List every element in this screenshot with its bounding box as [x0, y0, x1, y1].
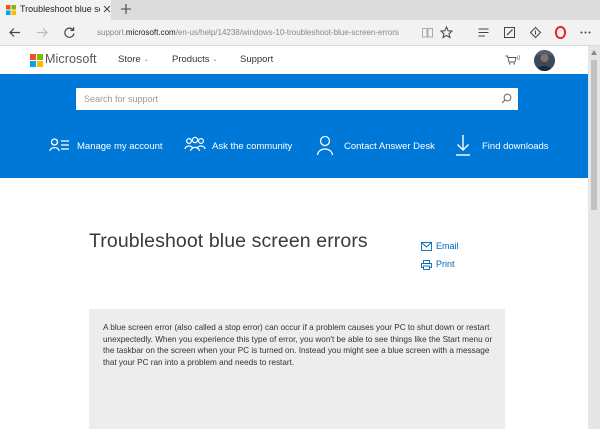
- microsoft-wordmark[interactable]: Microsoft: [45, 52, 97, 66]
- url-prefix: support.: [97, 28, 126, 37]
- address-bar[interactable]: support.microsoft.com/en-us/help/14238/w…: [97, 28, 417, 37]
- close-tab-icon[interactable]: [103, 5, 111, 13]
- quick-link-ask-community[interactable]: Ask the community: [184, 134, 294, 158]
- opera-extension-icon[interactable]: [554, 26, 567, 39]
- avatar-image: [534, 50, 555, 71]
- article-summary-box: A blue screen error (also called a stop …: [89, 309, 505, 429]
- back-arrow-icon[interactable]: [8, 26, 21, 39]
- chevron-down-icon: ⌄: [212, 57, 218, 63]
- web-note-icon[interactable]: [503, 26, 516, 39]
- person-icon: [316, 135, 334, 156]
- scrollbar-thumb[interactable]: [591, 60, 597, 210]
- share-icon[interactable]: [529, 26, 542, 39]
- print-icon: [421, 260, 432, 270]
- forward-arrow-icon[interactable]: [36, 26, 49, 39]
- site-header: Microsoft Store ⌄ Products ⌄ Support 0: [0, 46, 588, 74]
- new-tab-icon[interactable]: [119, 2, 133, 16]
- page-scrollbar[interactable]: [588, 46, 600, 429]
- favorite-star-icon[interactable]: [440, 26, 453, 39]
- quick-link-contact-answer-desk[interactable]: Contact Answer Desk: [315, 134, 435, 158]
- quick-link-label: Contact Answer Desk: [344, 141, 435, 152]
- nav-store-label: Store: [118, 54, 141, 65]
- refresh-icon[interactable]: [63, 26, 76, 39]
- scroll-up-arrow-icon[interactable]: [591, 50, 597, 55]
- cart-count: 0: [517, 56, 521, 62]
- browser-tab[interactable]: Troubleshoot blue scre: [0, 0, 111, 20]
- quick-link-label: Ask the community: [212, 141, 293, 152]
- nav-products[interactable]: Products ⌄: [172, 54, 218, 65]
- community-icon: [184, 136, 206, 152]
- search-box: [76, 88, 518, 110]
- chevron-down-icon: ⌄: [143, 57, 149, 63]
- nav-store[interactable]: Store ⌄: [118, 54, 149, 65]
- search-icon[interactable]: [501, 93, 512, 104]
- quick-link-label: Manage my account: [77, 141, 163, 152]
- email-link[interactable]: Email: [421, 241, 481, 253]
- nav-support[interactable]: Support: [240, 54, 276, 65]
- shopping-cart-icon[interactable]: [505, 55, 517, 65]
- page-title: Troubleshoot blue screen errors: [89, 230, 368, 252]
- url-path: /en-us/help/14238/windows-10-troubleshoo…: [175, 28, 399, 37]
- print-link[interactable]: Print: [421, 259, 481, 271]
- quick-link-label: Find downloads: [482, 141, 549, 152]
- print-label: Print: [436, 259, 455, 269]
- support-hero-banner: Manage my account Ask the community Cont…: [0, 74, 588, 178]
- browser-tab-bar: Troubleshoot blue scre: [0, 0, 600, 20]
- microsoft-favicon-icon: [6, 5, 16, 15]
- email-icon: [421, 242, 432, 251]
- url-host: microsoft.com: [125, 28, 176, 37]
- reading-view-icon[interactable]: [421, 26, 434, 39]
- download-icon: [456, 135, 470, 156]
- tab-title: Troubleshoot blue scre: [20, 4, 100, 14]
- hub-menu-icon[interactable]: [477, 26, 490, 39]
- account-list-icon: [49, 138, 69, 152]
- browser-toolbar: support.microsoft.com/en-us/help/14238/w…: [0, 20, 600, 46]
- quick-link-manage-account[interactable]: Manage my account: [49, 134, 169, 158]
- avatar[interactable]: [534, 50, 555, 71]
- nav-support-label: Support: [240, 54, 274, 65]
- quick-link-find-downloads[interactable]: Find downloads: [454, 134, 554, 158]
- more-options-icon[interactable]: [579, 26, 592, 39]
- nav-products-label: Products: [172, 54, 210, 65]
- search-input[interactable]: [76, 88, 496, 110]
- email-label: Email: [436, 241, 459, 251]
- microsoft-logo-icon[interactable]: [30, 54, 43, 67]
- article-summary-text: A blue screen error (also called a stop …: [103, 323, 493, 367]
